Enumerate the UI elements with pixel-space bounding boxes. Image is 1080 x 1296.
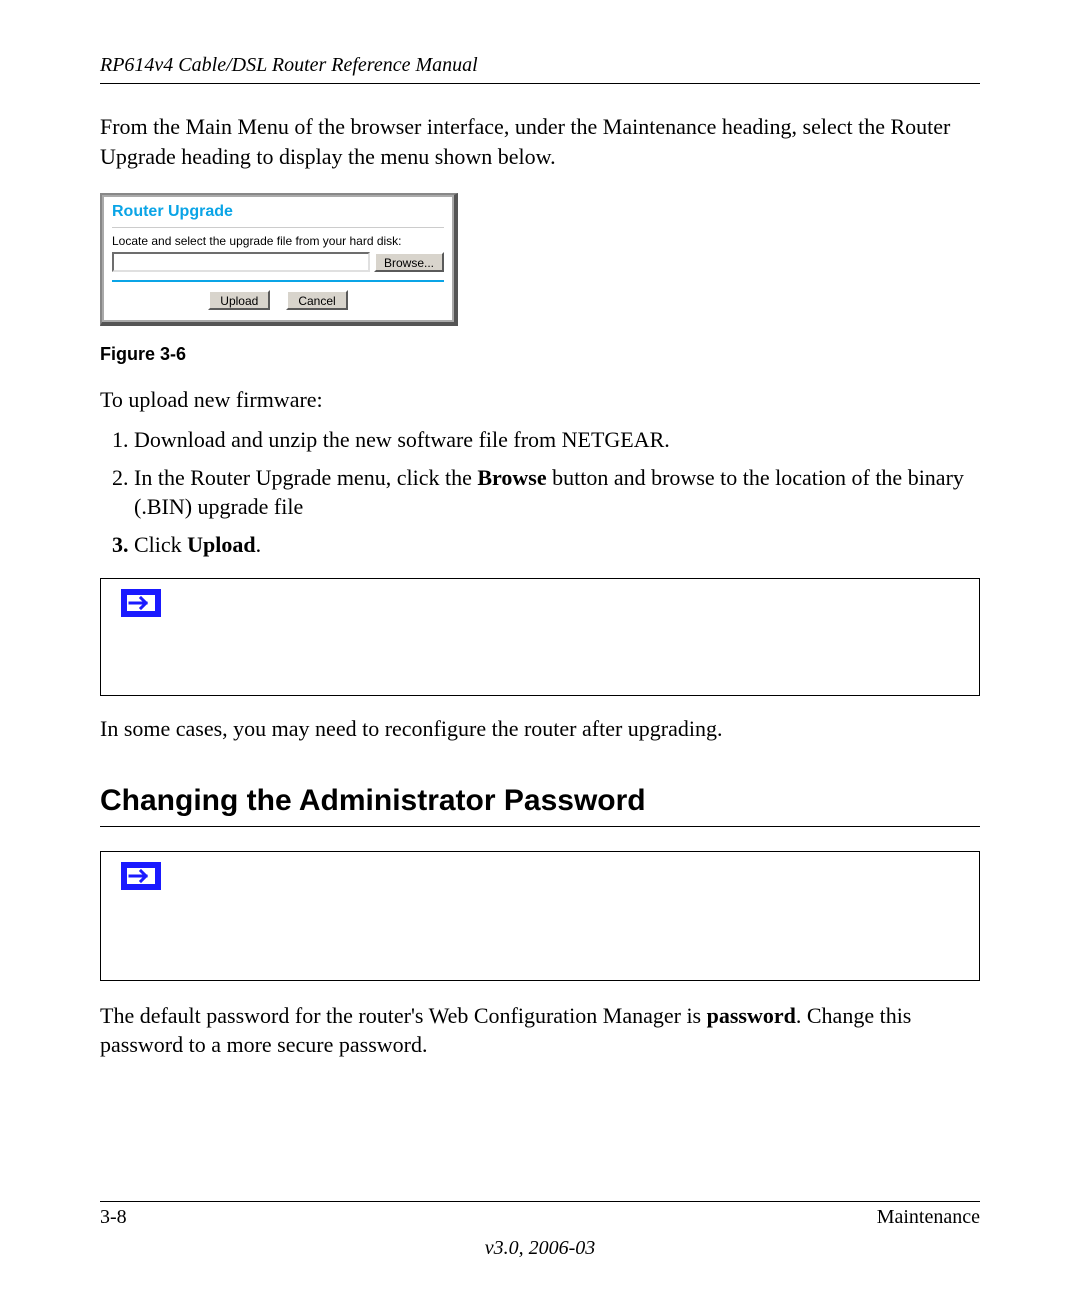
upload-button[interactable]: Upload [208, 290, 270, 310]
cancel-button[interactable]: Cancel [286, 290, 347, 310]
step-3-text-a: Click [134, 532, 187, 557]
arrow-right-icon [121, 862, 161, 890]
step-1: Download and unzip the new software file… [134, 425, 980, 455]
arrow-right-icon [121, 589, 161, 617]
callout-body-1 [181, 579, 979, 695]
upload-intro: To upload new firmware: [100, 385, 980, 415]
step-3: Click Upload. [134, 530, 980, 560]
note-callout-2 [100, 851, 980, 981]
section-heading: Changing the Administrator Password [100, 784, 980, 818]
page-footer: 3-8 Maintenance v3.0, 2006-03 [100, 1201, 980, 1260]
panel-instruction: Locate and select the upgrade file from … [112, 234, 444, 248]
footer-section: Maintenance [877, 1206, 980, 1229]
pwd-text-a: The default password for the router's We… [100, 1003, 707, 1028]
step-2: In the Router Upgrade menu, click the Br… [134, 463, 980, 522]
footer-version: v3.0, 2006-03 [100, 1237, 980, 1260]
browse-button[interactable]: Browse... [374, 252, 444, 272]
steps-list: Download and unzip the new software file… [100, 425, 980, 560]
panel-divider [112, 227, 444, 228]
file-path-input[interactable] [112, 252, 370, 272]
step-3-text-b: . [256, 532, 262, 557]
section-rule [100, 826, 980, 827]
callout-body-2 [181, 852, 979, 980]
footer-page-number: 3-8 [100, 1206, 127, 1229]
running-head: RP614v4 Cable/DSL Router Reference Manua… [100, 54, 980, 77]
note-callout-1 [100, 578, 980, 696]
header-rule [100, 83, 980, 84]
footer-rule [100, 1201, 980, 1202]
panel-title: Router Upgrade [112, 203, 444, 221]
step-1-text: Download and unzip the new software file… [134, 427, 670, 452]
password-paragraph: The default password for the router's We… [100, 1001, 980, 1060]
panel-separator [112, 280, 444, 282]
step-2-bold: Browse [477, 465, 546, 490]
post-paragraph: In some cases, you may need to reconfigu… [100, 714, 980, 744]
pwd-bold: password [707, 1003, 796, 1028]
router-upgrade-panel: Router Upgrade Locate and select the upg… [100, 193, 458, 326]
step-3-bold: Upload [187, 532, 255, 557]
intro-paragraph: From the Main Menu of the browser interf… [100, 112, 980, 171]
step-2-text-a: In the Router Upgrade menu, click the [134, 465, 477, 490]
figure-caption: Figure 3-6 [100, 344, 980, 365]
